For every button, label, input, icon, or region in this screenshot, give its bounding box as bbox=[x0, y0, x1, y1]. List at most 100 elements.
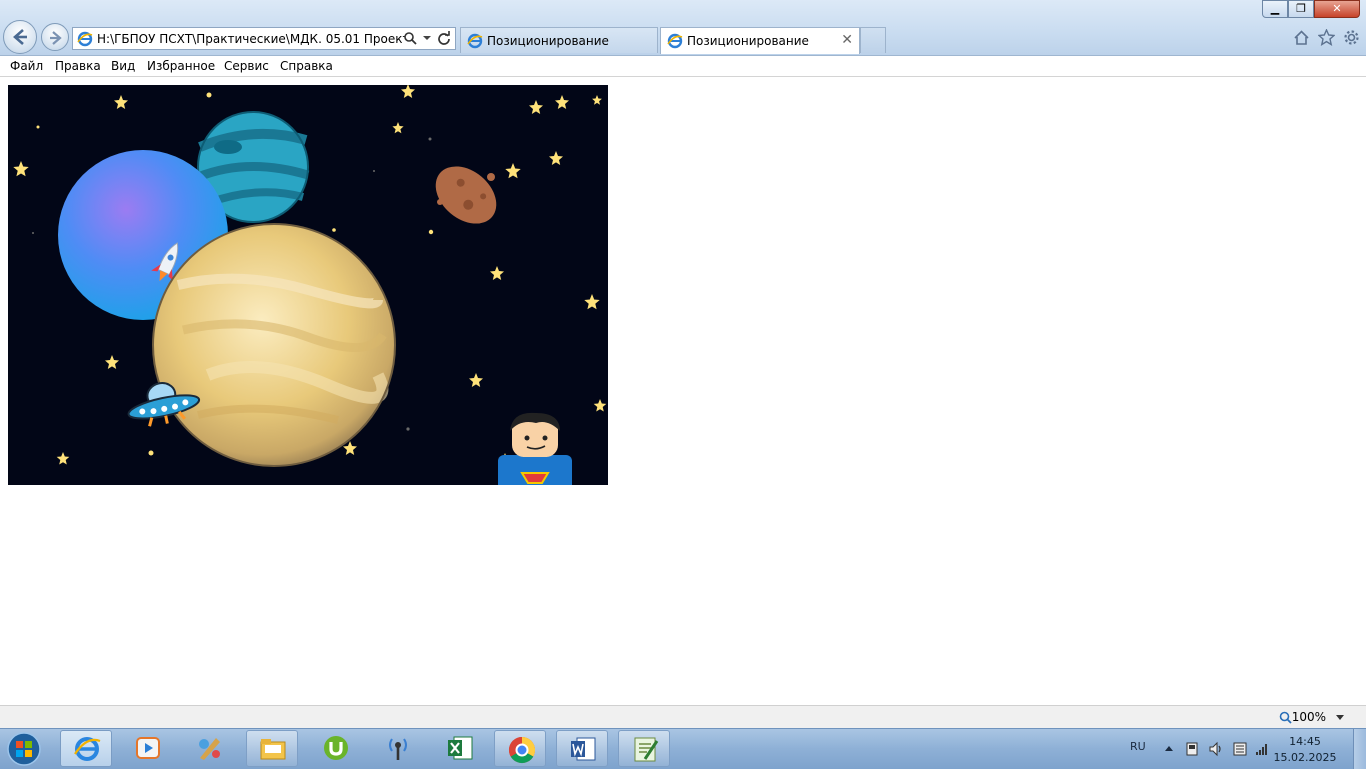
home-icon[interactable] bbox=[1293, 29, 1310, 46]
menu-view[interactable]: Вид bbox=[111, 59, 135, 73]
asteroid bbox=[435, 166, 497, 224]
start-button[interactable] bbox=[4, 731, 46, 767]
minimize-button[interactable]: ▁ bbox=[1262, 0, 1288, 18]
gear-icon[interactable] bbox=[1343, 29, 1360, 46]
star bbox=[206, 92, 212, 98]
arrow-right-icon bbox=[50, 31, 62, 45]
taskbar-media-player[interactable] bbox=[122, 730, 174, 767]
lego-superman bbox=[498, 412, 572, 485]
star bbox=[490, 266, 504, 280]
star bbox=[13, 161, 29, 177]
favorites-star-icon[interactable] bbox=[1318, 29, 1335, 46]
dust bbox=[428, 137, 432, 141]
window-controls: ▁ ❐ ✕ bbox=[1262, 0, 1360, 18]
dust bbox=[406, 427, 410, 431]
taskbar-chrome[interactable] bbox=[494, 730, 546, 767]
browser-right-tools bbox=[1293, 29, 1360, 46]
clock-time: 14:45 bbox=[1289, 735, 1321, 748]
language-indicator[interactable]: RU bbox=[1130, 740, 1146, 753]
network-signal-icon[interactable] bbox=[1254, 741, 1270, 757]
star bbox=[549, 151, 563, 165]
maximize-button[interactable]: ❐ bbox=[1288, 0, 1314, 18]
excel-icon bbox=[448, 736, 473, 760]
ie-page-icon bbox=[667, 33, 683, 49]
dust bbox=[32, 232, 34, 234]
asteroid-chunk bbox=[437, 199, 443, 205]
menu-edit[interactable]: Правка bbox=[55, 59, 101, 73]
battery-icon[interactable] bbox=[1232, 741, 1248, 757]
taskbar: RU 14:45 15.02.2025 bbox=[0, 728, 1366, 769]
menu-tools[interactable]: Сервис bbox=[224, 59, 269, 73]
chrome-icon bbox=[508, 736, 536, 764]
address-bar[interactable]: H:\ГБПОУ ПСХТ\Практические\МДК. 05.01 Пр… bbox=[72, 27, 456, 50]
taskbar-notepad-plus-plus[interactable] bbox=[618, 730, 670, 767]
star bbox=[584, 294, 600, 310]
close-button[interactable]: ✕ bbox=[1314, 0, 1360, 18]
minimize-icon: ▁ bbox=[1270, 2, 1280, 15]
space-scene-image bbox=[8, 85, 608, 485]
zoom-icon[interactable] bbox=[1279, 711, 1292, 724]
star bbox=[392, 122, 404, 134]
taskbar-internet-explorer[interactable] bbox=[60, 730, 112, 767]
star bbox=[56, 452, 70, 465]
taskbar-paint[interactable] bbox=[184, 730, 236, 767]
search-icon[interactable] bbox=[403, 31, 417, 45]
tab-label: Позиционирование bbox=[687, 34, 809, 48]
refresh-icon[interactable] bbox=[437, 31, 451, 45]
tab-label: Позиционирование bbox=[487, 34, 609, 48]
maximize-icon: ❐ bbox=[1296, 2, 1306, 15]
tab-active[interactable]: Позиционирование ✕ bbox=[660, 27, 860, 54]
show-desktop-button[interactable] bbox=[1353, 729, 1366, 769]
utorrent-icon bbox=[324, 736, 348, 760]
new-tab-button[interactable] bbox=[860, 27, 886, 53]
menu-favorites[interactable]: Избранное bbox=[147, 59, 215, 73]
status-bar: 100% bbox=[0, 705, 1366, 728]
tab-inactive[interactable]: Позиционирование bbox=[460, 27, 658, 53]
star bbox=[148, 450, 154, 456]
asteroid-chunk bbox=[487, 173, 495, 181]
forward-button[interactable] bbox=[41, 23, 69, 51]
zoom-level[interactable]: 100% bbox=[1292, 710, 1326, 724]
star bbox=[555, 95, 569, 109]
taskbar-excel[interactable] bbox=[434, 730, 486, 767]
close-icon: ✕ bbox=[1332, 2, 1342, 15]
star bbox=[593, 399, 607, 412]
antenna-icon bbox=[389, 738, 407, 760]
media-player-icon bbox=[136, 737, 160, 759]
ie-page-icon bbox=[77, 31, 93, 47]
address-url[interactable]: H:\ГБПОУ ПСХТ\Практические\МДК. 05.01 Пр… bbox=[97, 32, 405, 46]
star bbox=[105, 355, 119, 369]
menu-help[interactable]: Справка bbox=[280, 59, 333, 73]
windows-start-icon bbox=[7, 732, 41, 766]
taskbar-word[interactable] bbox=[556, 730, 608, 767]
menu-file[interactable]: Файл bbox=[10, 59, 43, 73]
star bbox=[592, 95, 602, 105]
notepad-plus-plus-icon bbox=[634, 737, 659, 762]
star bbox=[114, 95, 128, 109]
dropdown-arrow-icon[interactable] bbox=[423, 34, 431, 42]
taskbar-network-tool[interactable] bbox=[372, 730, 424, 767]
word-icon bbox=[571, 737, 596, 761]
dust bbox=[373, 170, 375, 172]
device-icon[interactable] bbox=[1184, 741, 1200, 757]
menu-bar: Файл Правка Вид Избранное Сервис Справка bbox=[0, 56, 1366, 77]
clock[interactable]: 14:45 15.02.2025 bbox=[1270, 734, 1340, 766]
paint-icon bbox=[199, 738, 220, 760]
back-button[interactable] bbox=[3, 20, 37, 54]
system-tray: RU 14:45 15.02.2025 bbox=[1106, 729, 1366, 769]
zoom-dropdown-icon[interactable] bbox=[1336, 715, 1344, 720]
venus-planet bbox=[152, 223, 396, 467]
star bbox=[469, 373, 483, 387]
show-hidden-icons-icon[interactable] bbox=[1164, 744, 1174, 752]
close-tab-icon[interactable]: ✕ bbox=[841, 32, 853, 48]
taskbar-utorrent[interactable] bbox=[310, 730, 362, 767]
ie-page-icon bbox=[467, 33, 483, 49]
clock-date: 15.02.2025 bbox=[1273, 751, 1337, 764]
folder-icon bbox=[260, 739, 286, 760]
arrow-left-icon bbox=[13, 29, 27, 45]
ie-icon bbox=[74, 737, 101, 761]
star bbox=[428, 229, 434, 235]
star bbox=[332, 228, 336, 232]
volume-icon[interactable] bbox=[1208, 741, 1224, 757]
taskbar-file-explorer[interactable] bbox=[246, 730, 298, 767]
